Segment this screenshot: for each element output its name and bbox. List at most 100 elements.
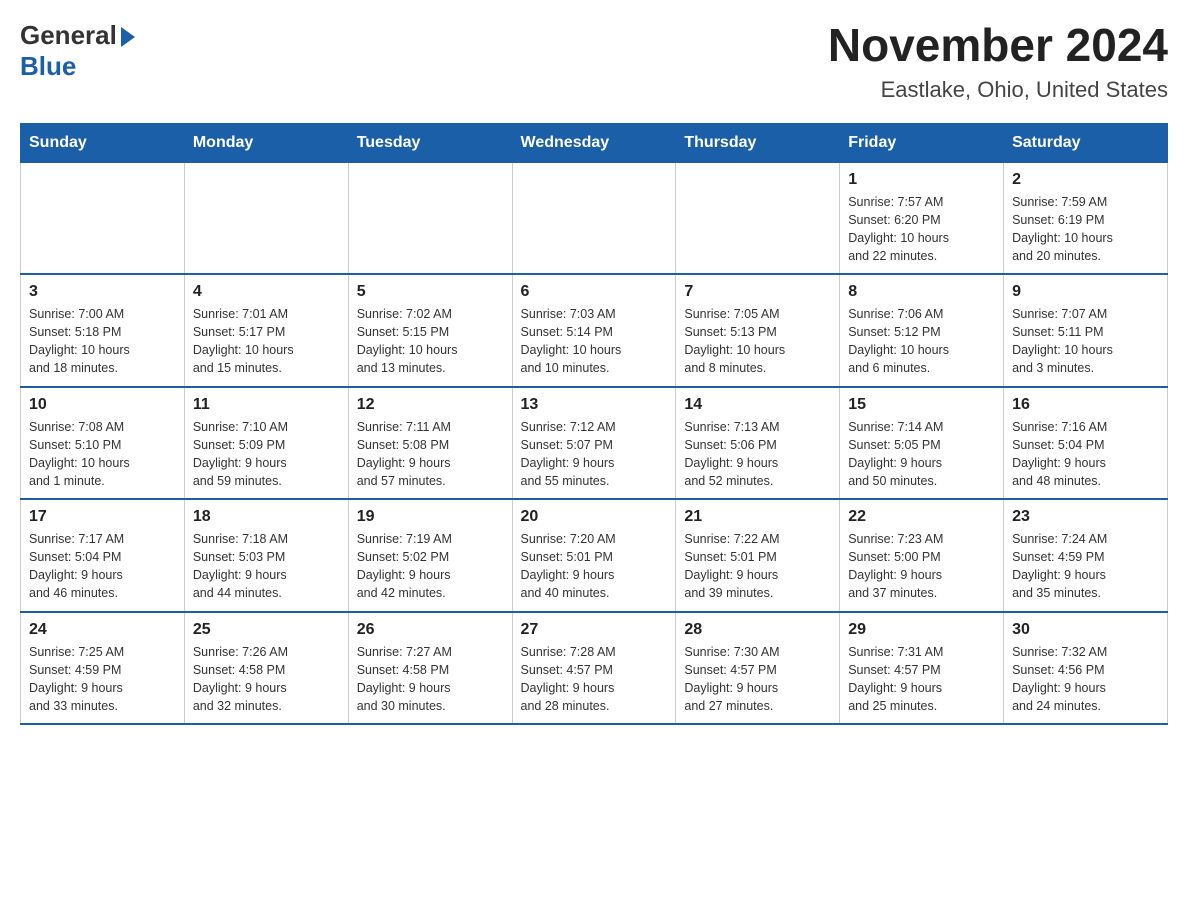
day-info: Sunrise: 7:12 AM Sunset: 5:07 PM Dayligh…: [521, 418, 668, 491]
day-cell: 11 Sunrise: 7:10 AM Sunset: 5:09 PM Dayli…: [184, 387, 348, 500]
week-row-0: 1Sunrise: 7:57 AM Sunset: 6:20 PM Daylig…: [21, 162, 1168, 274]
day-number: 3: [29, 283, 176, 301]
week-row-3: 17 Sunrise: 7:17 AM Sunset: 5:04 PM Dayli…: [21, 499, 1168, 612]
day-number: 28: [684, 621, 831, 639]
day-cell: 25Sunrise: 7:26 AM Sunset: 4:58 PM Dayli…: [184, 612, 348, 725]
day-number: 12: [357, 396, 504, 414]
day-cell: 30Sunrise: 7:32 AM Sunset: 4:56 PM Dayli…: [1004, 612, 1168, 725]
day-number: 6: [521, 283, 668, 301]
title-block: November 2024 Eastlake, Ohio, United Sta…: [828, 20, 1168, 103]
day-cell: 29 Sunrise: 7:31 AM Sunset: 4:57 PM Dayli…: [840, 612, 1004, 725]
day-number: 16: [1012, 396, 1159, 414]
day-info: Sunrise: 7:19 AM Sunset: 5:02 PM Dayligh…: [357, 530, 504, 603]
day-info: Sunrise: 7:07 AM Sunset: 5:11 PM Dayligh…: [1012, 305, 1159, 378]
day-info: Sunrise: 7:32 AM Sunset: 4:56 PM Dayligh…: [1012, 643, 1159, 716]
day-info: Sunrise: 7:05 AM Sunset: 5:13 PM Dayligh…: [684, 305, 831, 378]
logo-general-text: General: [20, 20, 135, 51]
day-info: Sunrise: 7:02 AM Sunset: 5:15 PM Dayligh…: [357, 305, 504, 378]
day-number: 25: [193, 621, 340, 639]
day-cell: 1Sunrise: 7:57 AM Sunset: 6:20 PM Daylig…: [840, 162, 1004, 274]
day-info: Sunrise: 7:10 AM Sunset: 5:09 PM Dayligh…: [193, 418, 340, 491]
day-cell: 19 Sunrise: 7:19 AM Sunset: 5:02 PM Dayli…: [348, 499, 512, 612]
day-cell: [676, 162, 840, 274]
day-of-week-thursday: Thursday: [676, 123, 840, 162]
day-info: Sunrise: 7:13 AM Sunset: 5:06 PM Dayligh…: [684, 418, 831, 491]
day-info: Sunrise: 7:27 AM Sunset: 4:58 PM Dayligh…: [357, 643, 504, 716]
day-info: Sunrise: 7:31 AM Sunset: 4:57 PM Dayligh…: [848, 643, 995, 716]
day-info: Sunrise: 7:24 AM Sunset: 4:59 PM Dayligh…: [1012, 530, 1159, 603]
day-info: Sunrise: 7:00 AM Sunset: 5:18 PM Dayligh…: [29, 305, 176, 378]
day-cell: 23 Sunrise: 7:24 AM Sunset: 4:59 PM Dayli…: [1004, 499, 1168, 612]
day-info: Sunrise: 7:17 AM Sunset: 5:04 PM Dayligh…: [29, 530, 176, 603]
day-info: Sunrise: 7:11 AM Sunset: 5:08 PM Dayligh…: [357, 418, 504, 491]
logo-arrow-icon: [121, 27, 135, 47]
day-number: 22: [848, 508, 995, 526]
day-info: Sunrise: 7:14 AM Sunset: 5:05 PM Dayligh…: [848, 418, 995, 491]
week-row-4: 24 Sunrise: 7:25 AM Sunset: 4:59 PM Dayli…: [21, 612, 1168, 725]
day-info: Sunrise: 7:20 AM Sunset: 5:01 PM Dayligh…: [521, 530, 668, 603]
day-number: 1: [848, 171, 995, 189]
day-number: 29: [848, 621, 995, 639]
day-number: 27: [521, 621, 668, 639]
day-cell: 3 Sunrise: 7:00 AM Sunset: 5:18 PM Daylig…: [21, 274, 185, 387]
day-cell: 27 Sunrise: 7:28 AM Sunset: 4:57 PM Dayli…: [512, 612, 676, 725]
day-cell: 15 Sunrise: 7:14 AM Sunset: 5:05 PM Dayli…: [840, 387, 1004, 500]
calendar-body: 1Sunrise: 7:57 AM Sunset: 6:20 PM Daylig…: [21, 162, 1168, 724]
week-row-2: 10Sunrise: 7:08 AM Sunset: 5:10 PM Dayli…: [21, 387, 1168, 500]
day-info: Sunrise: 7:30 AM Sunset: 4:57 PM Dayligh…: [684, 643, 831, 716]
calendar-table: SundayMondayTuesdayWednesdayThursdayFrid…: [20, 123, 1168, 726]
day-cell: [512, 162, 676, 274]
day-cell: 7 Sunrise: 7:05 AM Sunset: 5:13 PM Daylig…: [676, 274, 840, 387]
day-cell: 20 Sunrise: 7:20 AM Sunset: 5:01 PM Dayli…: [512, 499, 676, 612]
day-of-week-monday: Monday: [184, 123, 348, 162]
day-info: Sunrise: 7:59 AM Sunset: 6:19 PM Dayligh…: [1012, 193, 1159, 266]
day-number: 19: [357, 508, 504, 526]
day-cell: 16Sunrise: 7:16 AM Sunset: 5:04 PM Dayli…: [1004, 387, 1168, 500]
day-number: 4: [193, 283, 340, 301]
page-header: General Blue November 2024 Eastlake, Ohi…: [20, 20, 1168, 103]
day-number: 17: [29, 508, 176, 526]
logo-blue-text: Blue: [20, 51, 76, 82]
day-info: Sunrise: 7:03 AM Sunset: 5:14 PM Dayligh…: [521, 305, 668, 378]
day-cell: 9 Sunrise: 7:07 AM Sunset: 5:11 PM Daylig…: [1004, 274, 1168, 387]
day-number: 23: [1012, 508, 1159, 526]
day-number: 9: [1012, 283, 1159, 301]
day-info: Sunrise: 7:25 AM Sunset: 4:59 PM Dayligh…: [29, 643, 176, 716]
day-number: 26: [357, 621, 504, 639]
day-number: 24: [29, 621, 176, 639]
day-of-week-friday: Friday: [840, 123, 1004, 162]
day-cell: 26 Sunrise: 7:27 AM Sunset: 4:58 PM Dayli…: [348, 612, 512, 725]
day-number: 15: [848, 396, 995, 414]
logo: General Blue: [20, 20, 135, 82]
day-number: 7: [684, 283, 831, 301]
day-number: 2: [1012, 171, 1159, 189]
day-of-week-sunday: Sunday: [21, 123, 185, 162]
day-info: Sunrise: 7:23 AM Sunset: 5:00 PM Dayligh…: [848, 530, 995, 603]
day-info: Sunrise: 7:08 AM Sunset: 5:10 PM Dayligh…: [29, 418, 176, 491]
day-cell: 21Sunrise: 7:22 AM Sunset: 5:01 PM Dayli…: [676, 499, 840, 612]
week-row-1: 3 Sunrise: 7:00 AM Sunset: 5:18 PM Daylig…: [21, 274, 1168, 387]
day-info: Sunrise: 7:28 AM Sunset: 4:57 PM Dayligh…: [521, 643, 668, 716]
day-of-week-wednesday: Wednesday: [512, 123, 676, 162]
day-of-week-saturday: Saturday: [1004, 123, 1168, 162]
day-cell: 13 Sunrise: 7:12 AM Sunset: 5:07 PM Dayli…: [512, 387, 676, 500]
day-cell: 18Sunrise: 7:18 AM Sunset: 5:03 PM Dayli…: [184, 499, 348, 612]
day-cell: [21, 162, 185, 274]
logo-blue: Blue: [20, 51, 76, 81]
day-cell: [184, 162, 348, 274]
day-cell: 14Sunrise: 7:13 AM Sunset: 5:06 PM Dayli…: [676, 387, 840, 500]
day-number: 21: [684, 508, 831, 526]
day-number: 13: [521, 396, 668, 414]
day-cell: 6 Sunrise: 7:03 AM Sunset: 5:14 PM Daylig…: [512, 274, 676, 387]
page-subtitle: Eastlake, Ohio, United States: [828, 77, 1168, 103]
day-number: 5: [357, 283, 504, 301]
day-cell: 12 Sunrise: 7:11 AM Sunset: 5:08 PM Dayli…: [348, 387, 512, 500]
day-number: 11: [193, 396, 340, 414]
day-info: Sunrise: 7:06 AM Sunset: 5:12 PM Dayligh…: [848, 305, 995, 378]
calendar-header: SundayMondayTuesdayWednesdayThursdayFrid…: [21, 123, 1168, 162]
day-cell: 22 Sunrise: 7:23 AM Sunset: 5:00 PM Dayli…: [840, 499, 1004, 612]
day-cell: 5 Sunrise: 7:02 AM Sunset: 5:15 PM Daylig…: [348, 274, 512, 387]
day-number: 20: [521, 508, 668, 526]
day-cell: [348, 162, 512, 274]
day-of-week-tuesday: Tuesday: [348, 123, 512, 162]
